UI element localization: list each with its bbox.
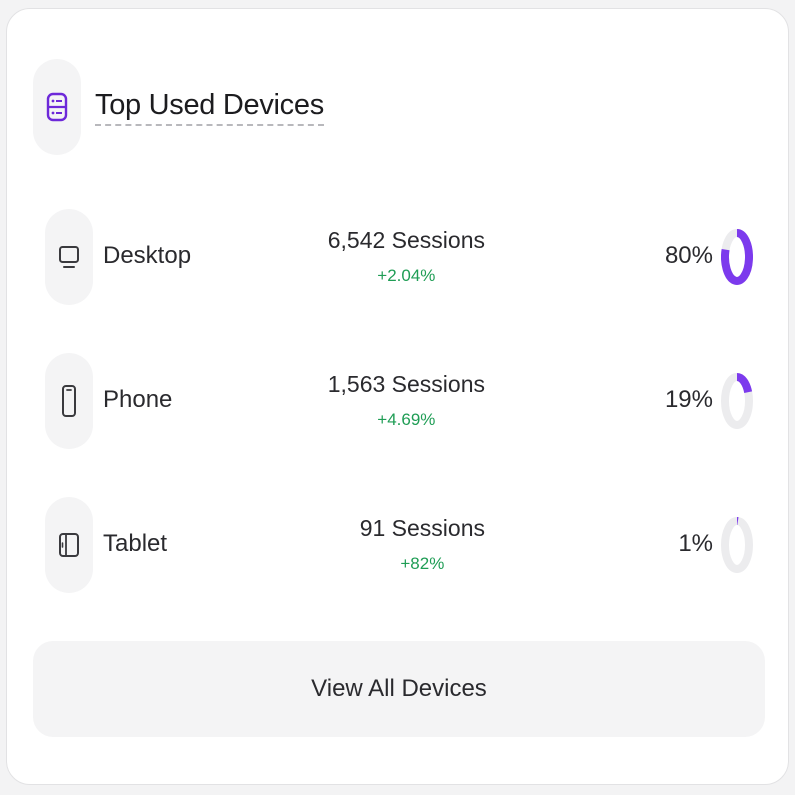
top-devices-card: Top Used Devices Desktop 6,542 Sessions …: [6, 8, 789, 785]
usage-percent: 80%: [664, 242, 713, 269]
usage-donut: [721, 517, 753, 573]
sessions-block: 91 Sessions +82%: [360, 513, 485, 575]
usage-percent: 19%: [664, 386, 713, 413]
sessions-count: 1,563 Sessions: [327, 371, 485, 397]
monitor-icon: [45, 209, 93, 305]
view-all-devices-button[interactable]: View All Devices: [33, 641, 765, 737]
sessions-change: +2.04%: [377, 266, 436, 285]
sessions-change: +4.69%: [377, 410, 436, 429]
device-name: Tablet: [103, 530, 168, 557]
card-header: Top Used Devices: [33, 59, 324, 155]
device-row-desktop[interactable]: Desktop 6,542 Sessions +2.04% 80%: [45, 209, 753, 305]
sessions-change: +82%: [400, 554, 445, 573]
tablet-icon: [45, 497, 93, 593]
usage-donut: [721, 229, 753, 285]
card-title[interactable]: Top Used Devices: [95, 88, 324, 126]
donut-fill-arc: [736, 373, 753, 394]
device-row-tablet[interactable]: Tablet 91 Sessions +82% 1%: [45, 497, 753, 593]
sessions-count: 91 Sessions: [359, 515, 485, 541]
sessions-block: 1,563 Sessions +4.69%: [328, 369, 485, 431]
usage-donut: [721, 373, 753, 429]
server-stack-icon: [33, 59, 81, 155]
sessions-block: 6,542 Sessions +2.04%: [328, 225, 485, 287]
smartphone-icon: [45, 353, 93, 449]
device-row-phone[interactable]: Phone 1,563 Sessions +4.69% 19%: [45, 353, 753, 449]
device-name: Desktop: [103, 242, 192, 269]
device-name: Phone: [103, 386, 173, 413]
donut-track: [721, 517, 753, 573]
usage-percent: 1%: [678, 530, 713, 557]
sessions-count: 6,542 Sessions: [327, 227, 485, 253]
